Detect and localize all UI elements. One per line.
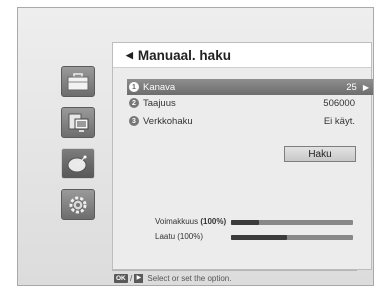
right-key-icon: ▶ <box>134 274 144 283</box>
row-kanava[interactable]: 1 Kanava 25 ▶ <box>127 79 373 95</box>
gear-icon <box>69 196 87 213</box>
bottom-divider <box>112 270 357 271</box>
satellite-dish-icon <box>67 155 87 172</box>
ok-key-icon: OK <box>114 274 128 283</box>
row-label: Taajuus <box>143 97 176 109</box>
signal-strength-prefix: Voimakkuus <box>155 217 201 226</box>
back-triangle-icon[interactable]: ◀ <box>126 50 133 61</box>
signal-quality-label: Laatu (100%) <box>155 232 204 241</box>
tv-screen: ◀ Manuaal. haku 1 Kanava 25 ▶ 2 Taajuus … <box>17 7 374 286</box>
side-menu <box>61 66 97 230</box>
row-value: 506000 <box>323 97 355 109</box>
briefcase-icon <box>67 72 89 90</box>
number-badge-2: 2 <box>129 98 139 108</box>
hint-separator: / <box>127 274 135 283</box>
number-badge-3: 3 <box>129 116 139 126</box>
menu-installation-button[interactable] <box>61 148 95 179</box>
row-verkkohaku[interactable]: 3 Verkkohaku Ei käyt. <box>127 113 373 129</box>
signal-strength-fill <box>231 220 260 225</box>
search-button[interactable]: Haku <box>284 146 356 162</box>
menu-briefcase-button[interactable] <box>61 66 95 97</box>
panel-title: ◀ Manuaal. haku <box>113 43 371 68</box>
signal-quality-fill <box>231 235 288 240</box>
menu-monitor-button[interactable] <box>61 107 95 138</box>
signal-quality-bar <box>231 235 353 240</box>
row-label: Verkkohaku <box>143 115 193 127</box>
hint-text: Select or set the option. <box>147 274 232 283</box>
number-badge-1: 1 <box>129 82 139 92</box>
monitor-icon <box>68 113 89 132</box>
signal-strength-value: (100%) <box>200 217 227 226</box>
panel-title-text: Manuaal. haku <box>137 47 231 63</box>
right-arrow-icon[interactable]: ▶ <box>363 83 369 92</box>
signal-strength-bar <box>231 220 353 225</box>
row-value: 25 <box>346 81 357 93</box>
row-label: Kanava <box>143 81 176 93</box>
menu-settings-button[interactable] <box>61 189 95 220</box>
signal-strength-label: Voimakkuus (100%) <box>155 217 226 226</box>
help-hint: OK / ▶ Select or set the option. <box>114 274 231 283</box>
manual-search-panel: ◀ Manuaal. haku 1 Kanava 25 ▶ 2 Taajuus … <box>112 42 373 270</box>
row-value: Ei käyt. <box>323 115 355 127</box>
row-taajuus[interactable]: 2 Taajuus 506000 <box>127 95 373 111</box>
